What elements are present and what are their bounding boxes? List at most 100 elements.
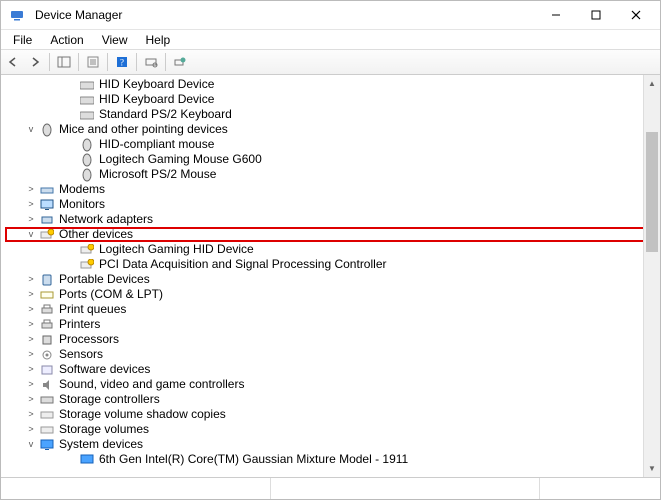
window-title: Device Manager: [35, 8, 122, 22]
expander-collapsed-icon[interactable]: >: [25, 304, 37, 316]
expander-expanded-icon[interactable]: v: [25, 229, 37, 241]
device-logitech-mouse[interactable]: Logitech Gaming Mouse G600: [7, 152, 660, 167]
expander-collapsed-icon[interactable]: >: [25, 394, 37, 406]
maximize-button[interactable]: [576, 1, 616, 29]
status-bar: [1, 477, 660, 499]
category-processors[interactable]: > Processors: [7, 332, 660, 347]
category-ports[interactable]: > Ports (COM & LPT): [7, 287, 660, 302]
computer-icon: [39, 437, 55, 453]
toolbar-separator: [136, 53, 137, 71]
expander-collapsed-icon[interactable]: >: [25, 184, 37, 196]
device-pci-daq[interactable]: PCI Data Acquisition and Signal Processi…: [7, 257, 660, 272]
expander-expanded-icon[interactable]: v: [25, 439, 37, 451]
properties-button[interactable]: [83, 52, 103, 72]
sensor-icon: [39, 347, 55, 363]
mouse-icon: [79, 137, 95, 153]
menu-bar: File Action View Help: [1, 29, 660, 49]
category-mice[interactable]: v Mice and other pointing devices: [7, 122, 660, 137]
software-icon: [39, 362, 55, 378]
expander-collapsed-icon[interactable]: >: [25, 349, 37, 361]
sound-icon: [39, 377, 55, 393]
category-storage-shadow[interactable]: > Storage volume shadow copies: [7, 407, 660, 422]
device-hid-mouse[interactable]: HID-compliant mouse: [7, 137, 660, 152]
device-ms-ps2-mouse[interactable]: Microsoft PS/2 Mouse: [7, 167, 660, 182]
title-bar: Device Manager: [1, 1, 660, 29]
scroll-track[interactable]: [644, 92, 660, 460]
category-storage-controllers[interactable]: > Storage controllers: [7, 392, 660, 407]
back-button[interactable]: [3, 52, 23, 72]
tree-pane: HID Keyboard Device HID Keyboard Device …: [1, 75, 660, 477]
processor-icon: [39, 332, 55, 348]
keyboard-icon: [79, 77, 95, 93]
status-cell: [540, 478, 660, 499]
scroll-thumb[interactable]: [646, 132, 658, 252]
expander-collapsed-icon[interactable]: >: [25, 334, 37, 346]
unknown-device-icon: [79, 257, 95, 273]
network-icon: [39, 212, 55, 228]
close-button[interactable]: [616, 1, 656, 29]
monitor-icon: [39, 197, 55, 213]
menu-action[interactable]: Action: [42, 31, 91, 49]
toolbar-separator: [78, 53, 79, 71]
category-print-queues[interactable]: > Print queues: [7, 302, 660, 317]
device-uninstall-button[interactable]: [170, 52, 190, 72]
show-hide-tree-button[interactable]: [54, 52, 74, 72]
mouse-icon: [79, 152, 95, 168]
category-system-devices[interactable]: v System devices: [7, 437, 660, 452]
category-printers[interactable]: > Printers: [7, 317, 660, 332]
expander-collapsed-icon[interactable]: >: [25, 289, 37, 301]
category-network-adapters[interactable]: > Network adapters: [7, 212, 660, 227]
category-sound[interactable]: > Sound, video and game controllers: [7, 377, 660, 392]
forward-button[interactable]: [25, 52, 45, 72]
menu-help[interactable]: Help: [138, 31, 179, 49]
menu-file[interactable]: File: [5, 31, 40, 49]
scroll-down-icon[interactable]: ▼: [644, 460, 660, 477]
category-portable-devices[interactable]: > Portable Devices: [7, 272, 660, 287]
ports-icon: [39, 287, 55, 303]
print-queue-icon: [39, 302, 55, 318]
printer-icon: [39, 317, 55, 333]
toolbar-separator: [49, 53, 50, 71]
keyboard-icon: [79, 92, 95, 108]
category-modems[interactable]: > Modems: [7, 182, 660, 197]
portable-icon: [39, 272, 55, 288]
storage-icon: [39, 422, 55, 438]
unknown-device-icon: [79, 242, 95, 258]
expander-collapsed-icon[interactable]: >: [25, 409, 37, 421]
mouse-icon: [79, 167, 95, 183]
device-standard-ps2-keyboard[interactable]: Standard PS/2 Keyboard: [7, 107, 660, 122]
expander-expanded-icon[interactable]: v: [25, 124, 37, 136]
minimize-button[interactable]: [536, 1, 576, 29]
device-hid-keyboard[interactable]: HID Keyboard Device: [7, 77, 660, 92]
help-button[interactable]: ?: [112, 52, 132, 72]
expander-collapsed-icon[interactable]: >: [25, 424, 37, 436]
scroll-up-icon[interactable]: ▲: [644, 75, 660, 92]
category-sensors[interactable]: > Sensors: [7, 347, 660, 362]
device-logitech-hid[interactable]: Logitech Gaming HID Device: [7, 242, 660, 257]
toolbar: ?: [1, 49, 660, 75]
expander-collapsed-icon[interactable]: >: [25, 379, 37, 391]
category-other-devices[interactable]: v Other devices: [5, 227, 660, 242]
expander-collapsed-icon[interactable]: >: [25, 364, 37, 376]
expander-collapsed-icon[interactable]: >: [25, 214, 37, 226]
expander-collapsed-icon[interactable]: >: [25, 319, 37, 331]
svg-text:?: ?: [120, 58, 124, 68]
menu-view[interactable]: View: [94, 31, 136, 49]
vertical-scrollbar[interactable]: ▲ ▼: [643, 75, 660, 477]
other-devices-icon: [39, 227, 55, 243]
modem-icon: [39, 182, 55, 198]
scan-hardware-button[interactable]: [141, 52, 161, 72]
toolbar-separator: [107, 53, 108, 71]
device-hid-keyboard[interactable]: HID Keyboard Device: [7, 92, 660, 107]
status-cell: [1, 478, 271, 499]
expander-collapsed-icon[interactable]: >: [25, 199, 37, 211]
device-sixth-gen-intel[interactable]: 6th Gen Intel(R) Core(TM) Gaussian Mixtu…: [7, 452, 660, 467]
category-storage-volumes[interactable]: > Storage volumes: [7, 422, 660, 437]
toolbar-separator: [165, 53, 166, 71]
storage-icon: [39, 407, 55, 423]
category-monitors[interactable]: > Monitors: [7, 197, 660, 212]
expander-collapsed-icon[interactable]: >: [25, 274, 37, 286]
category-software-devices[interactable]: > Software devices: [7, 362, 660, 377]
computer-icon: [79, 452, 95, 468]
storage-controller-icon: [39, 392, 55, 408]
